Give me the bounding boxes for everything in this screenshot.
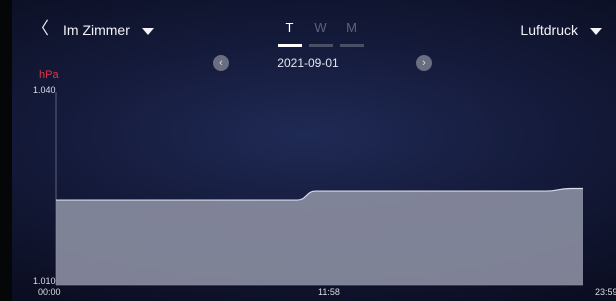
y-axis-unit: hPa <box>39 69 59 81</box>
x-tick-end: 23:59 <box>595 287 616 297</box>
x-tick-mid: 11:58 <box>318 287 340 297</box>
pressure-chart <box>55 92 583 286</box>
pressure-area <box>56 188 583 285</box>
x-tick-start: 00:00 <box>38 287 61 297</box>
y-tick-min: 1.010 <box>33 276 56 286</box>
y-tick-max: 1.040 <box>33 85 56 95</box>
